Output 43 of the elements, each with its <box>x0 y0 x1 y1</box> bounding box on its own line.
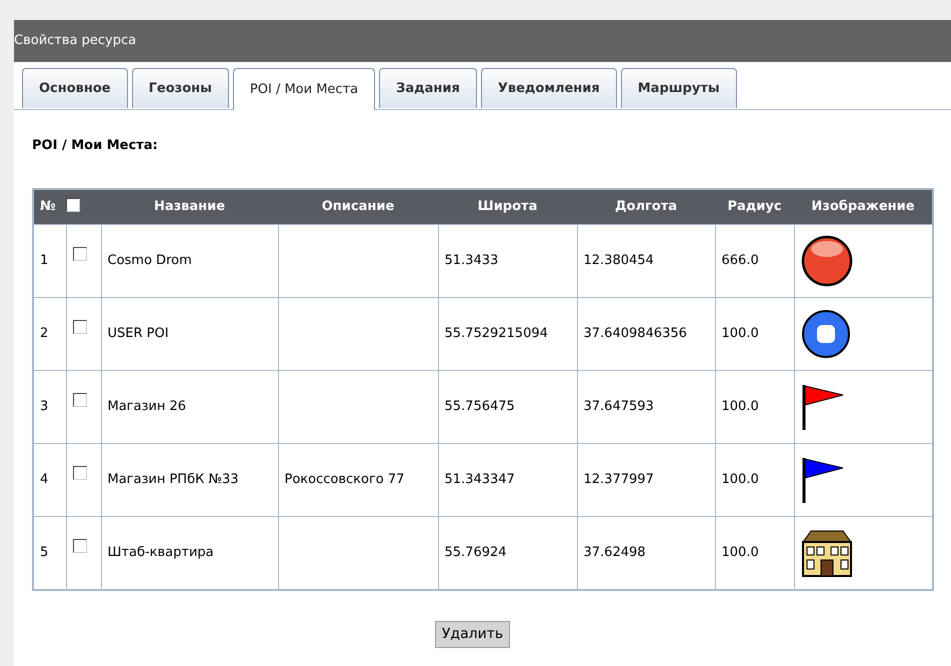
table-cell: 100.0 <box>715 444 794 516</box>
table-cell: 100.0 <box>715 370 794 444</box>
table-cell: 12.377997 <box>577 444 715 516</box>
table-cell: 55.7529215094 <box>438 298 577 370</box>
table-cell: 3 <box>33 370 66 444</box>
table-cell: Магазин РПбК №33 <box>101 444 278 516</box>
table-cell: 2 <box>33 298 66 370</box>
table-cell: 51.343347 <box>438 444 577 516</box>
tab[interactable]: Геозоны <box>132 68 229 108</box>
table-cell: 666.0 <box>715 224 794 298</box>
column-header: Название <box>101 188 278 224</box>
select-all-checkbox[interactable] <box>66 198 80 212</box>
table-cell: 51.3433 <box>438 224 577 298</box>
column-header: Радиус <box>715 188 794 224</box>
column-header: Описание <box>278 188 438 224</box>
delete-button[interactable]: Удалить <box>434 620 510 648</box>
table-cell: Рокоссовского 77 <box>278 444 438 516</box>
column-header: № <box>33 188 66 224</box>
table-cell: 1 <box>33 224 66 298</box>
row-checkbox[interactable] <box>72 392 86 407</box>
tab[interactable]: Маршруты <box>620 68 737 108</box>
tab[interactable]: Задания <box>379 68 477 108</box>
table-cell: 4 <box>33 444 66 516</box>
table-cell: 12.380454 <box>577 224 715 298</box>
row-checkbox[interactable] <box>72 246 86 261</box>
table-cell: Магазин 26 <box>101 370 278 444</box>
column-header: Изображение <box>794 188 933 224</box>
tab[interactable]: Уведомления <box>480 68 617 108</box>
table-cell: 55.756475 <box>438 370 577 444</box>
column-header: Долгота <box>577 188 715 224</box>
row-checkbox[interactable] <box>72 320 86 334</box>
tab[interactable]: Основное <box>22 68 128 108</box>
table-cell: 37.647593 <box>577 370 715 444</box>
table-cell: 100.0 <box>715 298 794 370</box>
row-checkbox[interactable] <box>72 466 86 480</box>
section-title: POI / Мои Места: <box>32 137 158 155</box>
table-cell: 37.6409846356 <box>577 298 715 370</box>
table-cell: Cosmo Drom <box>101 224 278 298</box>
tab[interactable]: POI / Мои Места <box>232 68 376 110</box>
window-title: Свойства ресурса <box>14 20 951 62</box>
column-header: Широта <box>438 188 577 224</box>
table-cell: USER POI <box>101 298 278 370</box>
row-checkbox[interactable] <box>72 538 86 552</box>
